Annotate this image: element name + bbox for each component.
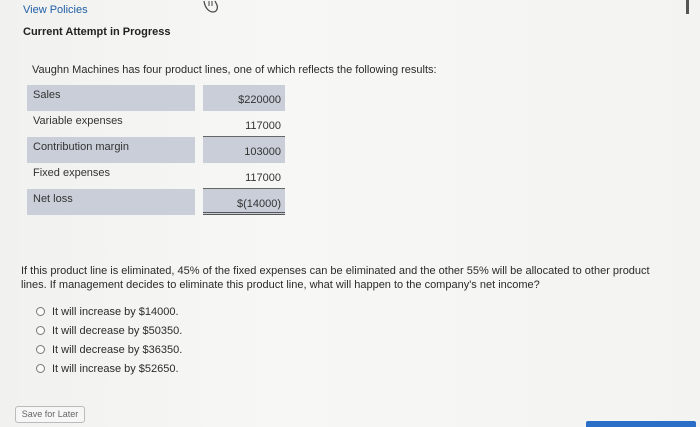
table-row-contribution-margin: Contribution margin 103000 [27,137,285,163]
radio-button[interactable] [36,345,45,354]
submit-button-edge[interactable] [586,421,696,427]
page: View Policies Current Attempt in Progres… [0,0,700,427]
question-text: If this product line is eliminated, 45% … [21,265,650,291]
answer-options: It will increase by $14000. It will decr… [36,302,182,378]
radio-button[interactable] [36,364,45,373]
row-label: Net loss [27,189,195,215]
answer-option-4[interactable]: It will increase by $52650. [36,359,182,378]
table-row-sales: Sales $220000 [27,85,285,111]
scroll-indicator [686,0,689,14]
row-label: Sales [27,85,195,111]
row-value: $(14000) [203,189,285,215]
radio-button[interactable] [36,326,45,335]
row-value: $220000 [203,85,285,111]
hand-cursor-icon [203,0,218,13]
answer-option-1[interactable]: It will increase by $14000. [36,302,182,321]
row-value: 103000 [203,137,285,163]
row-value: 117000 [203,111,285,137]
row-label: Fixed expenses [33,167,111,179]
row-label: Variable expenses [33,115,123,127]
table-row-net-loss: Net loss $(14000) [27,189,285,215]
save-for-later-button[interactable]: Save for Later [15,406,85,423]
table-row-fixed-expenses: Fixed expenses 117000 [27,163,285,189]
option-label: It will increase by $52650. [52,362,179,375]
view-policies-link[interactable]: View Policies [23,4,88,16]
table-row-variable-expenses: Variable expenses 117000 [27,111,285,137]
question-intro: Vaughn Machines has four product lines, … [32,64,437,76]
attempt-title: Current Attempt in Progress [23,26,171,38]
answer-option-3[interactable]: It will decrease by $36350. [36,340,182,359]
row-value: 117000 [203,163,285,189]
answer-option-2[interactable]: It will decrease by $50350. [36,321,182,340]
financial-table: Sales $220000 Variable expenses 117000 C… [27,85,285,215]
option-label: It will increase by $14000. [52,305,179,318]
option-label: It will decrease by $50350. [52,324,183,337]
radio-button[interactable] [36,307,45,316]
option-label: It will decrease by $36350. [52,343,183,356]
row-label: Contribution margin [27,137,195,163]
